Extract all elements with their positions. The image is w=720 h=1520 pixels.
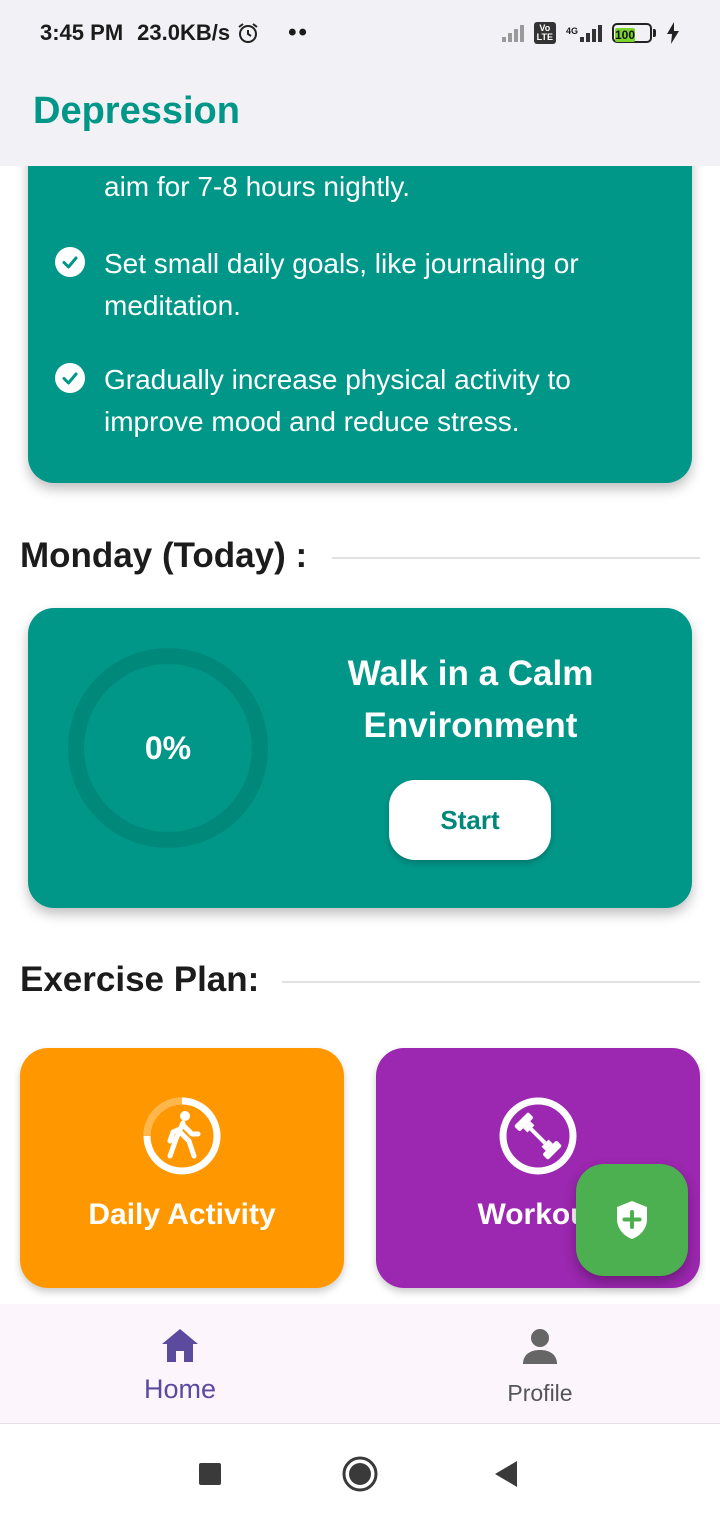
tip-item: Gradually increase physical activity to … <box>104 364 571 437</box>
recents-button[interactable] <box>188 1452 232 1496</box>
tip-partial: aim for 7-8 hours nightly. <box>104 171 411 202</box>
today-heading: Monday (Today) : <box>20 536 308 575</box>
status-right: Vo LTE 4G 100 <box>501 22 680 44</box>
signal-icon-sim1 <box>501 24 524 42</box>
tip-item: Set small daily goals, like journaling o… <box>104 248 579 321</box>
shield-plus-icon <box>617 1201 647 1239</box>
alarm-icon <box>238 23 258 43</box>
tips-card: aim for 7-8 hours nightly. Set small dai… <box>28 166 692 483</box>
today-task-card: 0% Walk in a Calm Environment Start <box>28 608 692 908</box>
section-divider <box>332 557 700 559</box>
status-bar: 3:45 PM 23.0KB/s •• Vo LTE 4G 100 <box>0 0 720 66</box>
nav-item-home[interactable]: Home <box>0 1304 360 1424</box>
check-icon <box>55 247 85 277</box>
nav-label-profile: Profile <box>507 1380 573 1406</box>
network-type: 4G <box>565 26 578 36</box>
daily-activity-card[interactable]: Daily Activity <box>20 1048 344 1288</box>
exercise-heading: Exercise Plan: <box>20 960 260 999</box>
signal-icon-sim2 <box>580 24 602 42</box>
charging-icon <box>667 22 679 44</box>
battery-icon: 100 <box>612 23 656 43</box>
nav-label-home: Home <box>143 1374 217 1404</box>
task-title: Walk in a Calm Environment <box>347 654 594 745</box>
dumbbell-icon <box>499 1097 577 1175</box>
walking-person-icon <box>143 1097 221 1175</box>
status-speed: 23.0KB/s <box>137 20 231 45</box>
person-icon <box>523 1329 557 1364</box>
system-home-button[interactable] <box>338 1452 382 1496</box>
nav-item-profile[interactable]: Profile <box>360 1304 720 1424</box>
notification-dots: •• <box>288 19 309 46</box>
home-icon <box>162 1329 198 1362</box>
bottom-navigation: Home Profile <box>0 1304 720 1424</box>
page-title: Depression <box>33 90 240 132</box>
system-navigation <box>0 1424 720 1520</box>
square-icon <box>199 1463 221 1485</box>
daily-activity-label: Daily Activity <box>88 1198 276 1231</box>
back-button[interactable] <box>484 1452 528 1496</box>
section-divider <box>282 981 700 983</box>
app-bar: Depression <box>0 66 720 166</box>
battery-level: 100 <box>615 28 636 42</box>
circle-icon <box>342 1456 378 1492</box>
main-content[interactable]: aim for 7-8 hours nightly. Set small dai… <box>0 166 720 1304</box>
start-button[interactable]: Start <box>389 780 551 860</box>
progress-percent: 0% <box>144 729 192 766</box>
fab-button[interactable] <box>576 1164 688 1276</box>
status-time: 3:45 PM <box>40 20 124 45</box>
volte-badge: Vo LTE <box>533 22 556 44</box>
triangle-back-icon <box>495 1461 517 1487</box>
status-left: 3:45 PM 23.0KB/s •• <box>40 19 309 47</box>
check-icon <box>55 363 85 393</box>
